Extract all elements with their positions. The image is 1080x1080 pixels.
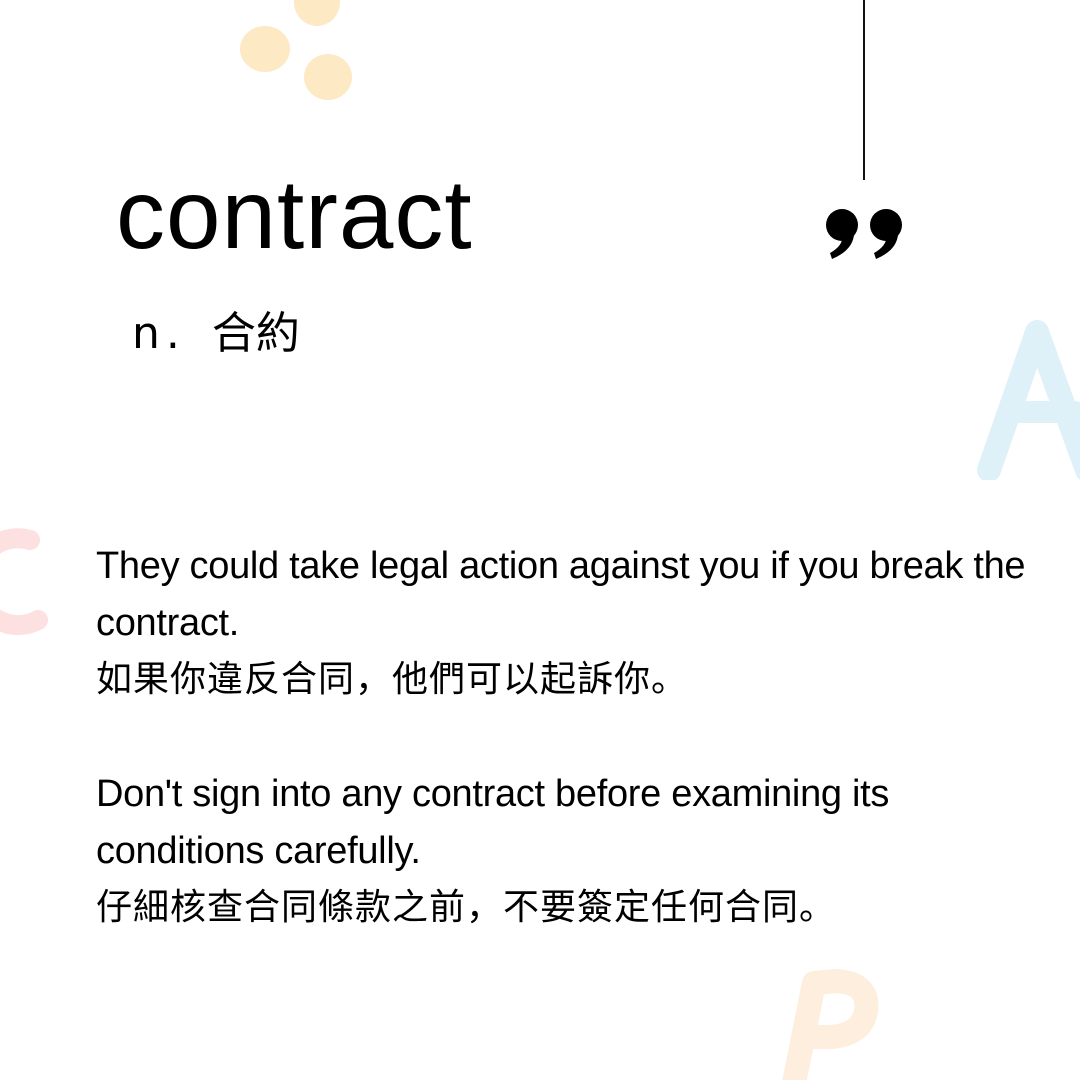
- decor-dot: [304, 54, 352, 100]
- part-of-speech: n.: [132, 308, 186, 359]
- example-english: They could take legal action against you…: [96, 545, 1026, 644]
- translation: 合約: [211, 308, 300, 359]
- example-chinese: 仔細核查合同條款之前，不要簽定任何合同。: [96, 887, 837, 928]
- closing-quote-icon: [826, 209, 902, 259]
- example-list: They could take legal action against you…: [96, 538, 1056, 994]
- decor-dot: [240, 26, 290, 72]
- example-sentence: They could take legal action against you…: [96, 538, 1056, 708]
- divider-line: [863, 0, 865, 180]
- example-english: Don't sign into any contract before exam…: [96, 773, 890, 872]
- headword: contract: [116, 159, 473, 269]
- example-sentence: Don't sign into any contract before exam…: [96, 766, 1056, 936]
- example-chinese: 如果你違反合同，他們可以起訴你。: [96, 659, 689, 700]
- decor-dot: [294, 0, 340, 26]
- decor-letter-a: [977, 320, 1080, 480]
- definition-line: n. 合約: [132, 312, 300, 356]
- decor-letter-c: [0, 528, 48, 636]
